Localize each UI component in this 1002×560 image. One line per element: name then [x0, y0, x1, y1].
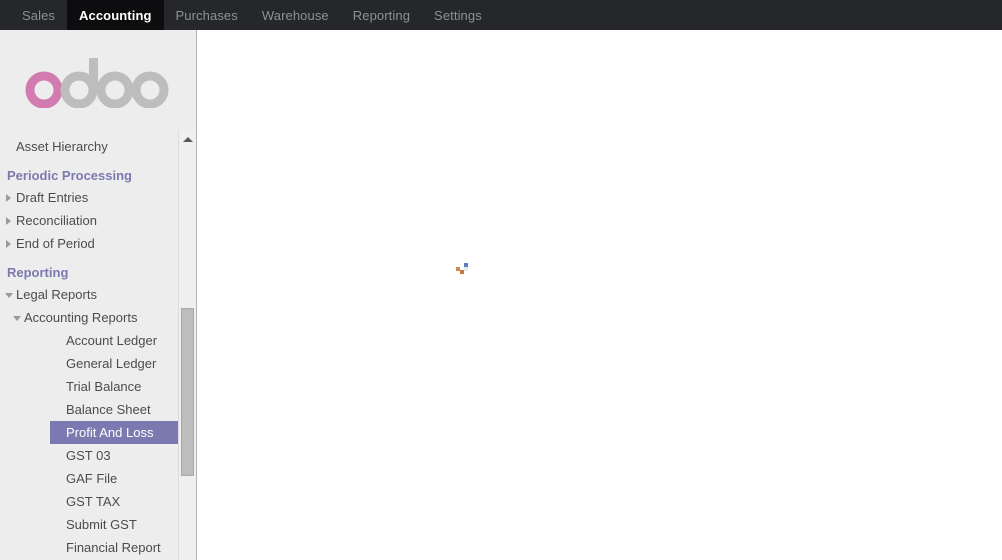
- sidebar-item-trial-balance[interactable]: Trial Balance: [0, 375, 178, 398]
- sidebar-section-reporting: Reporting: [0, 260, 178, 283]
- sidebar-item-label: Reporting: [7, 265, 69, 280]
- sidebar-item-label: Account Ledger: [66, 333, 158, 348]
- top-navigation-bar: Sales Accounting Purchases Warehouse Reporti…: [0, 0, 1002, 30]
- sidebar-item-financial-report[interactable]: Financial Report: [0, 536, 178, 559]
- sidebar-item-label: Balance Sheet: [66, 402, 151, 417]
- sidebar-item-general-ledger[interactable]: General Ledger: [0, 352, 178, 375]
- sidebar-item-label: Trial Balance: [66, 379, 142, 394]
- top-tab-settings[interactable]: Settings: [422, 0, 494, 30]
- sidebar-item-label: Accounting Reports: [24, 310, 138, 325]
- sidebar-item-asset-hierarchy[interactable]: Asset Hierarchy: [0, 135, 178, 158]
- chevron-right-icon[interactable]: [6, 194, 11, 202]
- sidebar-item-label: Financial Report: [66, 540, 161, 555]
- application-body: Asset Hierarchy Periodic Processing Draft …: [0, 30, 1002, 560]
- odoo-logo-icon: [25, 58, 169, 108]
- sidebar-item-draft-entries[interactable]: Draft Entries: [0, 186, 178, 209]
- sidebar-item-gst-tax[interactable]: GST TAX: [0, 490, 178, 513]
- sidebar-menu-scroll-region: Asset Hierarchy Periodic Processing Draft …: [0, 130, 196, 560]
- sidebar: Asset Hierarchy Periodic Processing Draft …: [0, 30, 197, 560]
- chevron-down-icon[interactable]: [5, 293, 13, 298]
- chevron-down-icon[interactable]: [13, 316, 21, 321]
- top-tab-purchases[interactable]: Purchases: [164, 0, 250, 30]
- sidebar-item-label: GST 03: [66, 448, 111, 463]
- sidebar-item-label: Reconciliation: [16, 213, 97, 228]
- chevron-right-icon[interactable]: [6, 217, 11, 225]
- odoo-logo[interactable]: [0, 30, 196, 130]
- top-tab-sales[interactable]: Sales: [10, 0, 67, 30]
- sidebar-item-label: GST TAX: [66, 494, 121, 509]
- sidebar-item-label: Legal Reports: [16, 287, 97, 302]
- sidebar-item-label: Asset Hierarchy: [16, 139, 108, 154]
- sidebar-item-label: General Ledger: [66, 356, 157, 371]
- sidebar-item-label: GAF File: [66, 471, 118, 486]
- sidebar-section-periodic-processing: Periodic Processing: [0, 163, 178, 186]
- sidebar-item-label: Profit And Loss: [66, 425, 154, 440]
- sidebar-scrollbar-thumb[interactable]: [181, 308, 194, 476]
- sidebar-item-profit-and-loss[interactable]: Profit And Loss: [50, 421, 182, 444]
- top-tab-warehouse[interactable]: Warehouse: [250, 0, 341, 30]
- sidebar-item-balance-sheet[interactable]: Balance Sheet: [0, 398, 178, 421]
- scroll-up-arrow-icon[interactable]: [179, 130, 196, 148]
- loading-spinner-icon: [456, 262, 470, 276]
- top-tab-reporting[interactable]: Reporting: [341, 0, 422, 30]
- sidebar-item-account-ledger[interactable]: Account Ledger: [0, 329, 178, 352]
- sidebar-item-gaf-file[interactable]: GAF File: [0, 467, 178, 490]
- sidebar-item-label: Draft Entries: [16, 190, 89, 205]
- sidebar-item-end-of-period[interactable]: End of Period: [0, 232, 178, 255]
- sidebar-item-submit-gst[interactable]: Submit GST: [0, 513, 178, 536]
- chevron-right-icon[interactable]: [6, 240, 11, 248]
- sidebar-item-label: End of Period: [16, 236, 95, 251]
- sidebar-item-reconciliation[interactable]: Reconciliation: [0, 209, 178, 232]
- sidebar-item-accounting-reports[interactable]: Accounting Reports: [0, 306, 178, 329]
- sidebar-item-gst-03[interactable]: GST 03: [0, 444, 178, 467]
- sidebar-item-label: Periodic Processing: [7, 168, 132, 183]
- sidebar-item-legal-reports[interactable]: Legal Reports: [0, 283, 178, 306]
- sidebar-item-label: Submit GST: [66, 517, 137, 532]
- top-tab-accounting[interactable]: Accounting: [67, 0, 164, 30]
- main-content-area: [198, 30, 1002, 560]
- sidebar-scrollbar[interactable]: [178, 130, 196, 560]
- sidebar-menu-list: Asset Hierarchy Periodic Processing Draft …: [0, 130, 182, 559]
